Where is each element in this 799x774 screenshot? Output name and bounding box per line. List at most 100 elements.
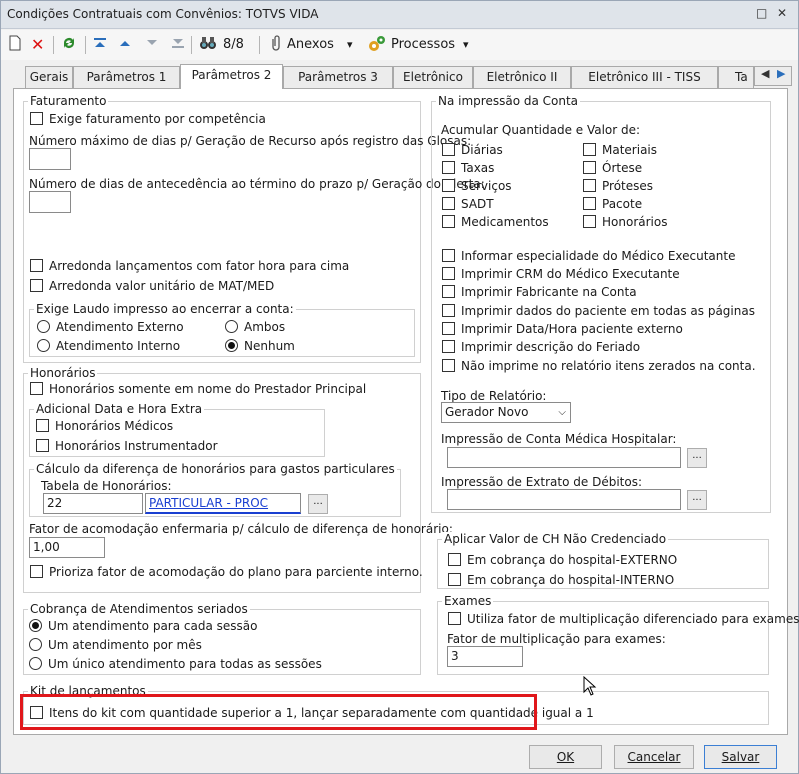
dias-antec-input[interactable]: [29, 191, 71, 213]
title-bar: Condições Contratuais com Convênios: TOT…: [1, 1, 798, 29]
dialog-window: Condições Contratuais com Convênios: TOT…: [0, 0, 799, 774]
salvar-button-label: Salvar: [721, 750, 760, 764]
conta-medica-lookup-button[interactable]: ...: [687, 448, 707, 468]
tab-scroller: ◀ ▶: [754, 66, 792, 86]
laudo-ambos-label: Ambos: [244, 320, 286, 334]
salvar-button[interactable]: Salvar: [704, 745, 777, 769]
exames-fator-input[interactable]: 3: [447, 646, 523, 667]
calculo-legend: Cálculo da diferença de honorários para …: [34, 462, 397, 476]
medicamentos-checkbox[interactable]: [442, 215, 455, 228]
seriados-legend: Cobrança de Atendimentos seriados: [28, 602, 250, 616]
seriados-por-mes-radio[interactable]: [29, 638, 42, 651]
diarias-label: Diárias: [461, 143, 503, 157]
refresh-icon[interactable]: [61, 35, 77, 55]
tab-parametros-1[interactable]: Parâmetros 1: [73, 66, 180, 88]
fator-acomodacao-input[interactable]: 1,00: [29, 537, 105, 558]
exames-utiliza-checkbox[interactable]: [448, 612, 461, 625]
conta-medica-input[interactable]: [447, 447, 681, 468]
tabela-code-input[interactable]: 22: [43, 493, 143, 514]
pacote-label: Pacote: [602, 197, 643, 211]
crm-checkbox[interactable]: [442, 267, 455, 280]
next-record-icon[interactable]: [146, 35, 158, 55]
exames-utiliza-label: Utiliza fator de multiplicação diferenci…: [467, 612, 799, 626]
restore-button[interactable]: □: [756, 6, 767, 20]
proteses-checkbox[interactable]: [583, 179, 596, 192]
anexos-menu-button[interactable]: Anexos: [287, 35, 334, 55]
seriados-cada-sessao-radio[interactable]: [29, 619, 42, 632]
materiais-checkbox[interactable]: [583, 143, 596, 156]
tipo-relatorio-select[interactable]: Gerador Novo ⌵: [441, 402, 571, 423]
tab-eletronico[interactable]: Eletrônico: [393, 66, 473, 88]
processos-menu-button[interactable]: Processos: [391, 35, 455, 55]
ch-externo-checkbox[interactable]: [448, 553, 461, 566]
sadt-checkbox[interactable]: [442, 197, 455, 210]
prioriza-checkbox[interactable]: [30, 565, 43, 578]
processos-chevron-down-icon[interactable]: ▾: [463, 35, 469, 55]
data-hora-checkbox[interactable]: [442, 322, 455, 335]
tabela-name-field[interactable]: PARTICULAR - PROC: [145, 493, 301, 514]
previous-record-icon[interactable]: [119, 35, 131, 55]
diarias-checkbox[interactable]: [442, 143, 455, 156]
cancelar-button[interactable]: Cancelar: [614, 745, 694, 769]
arredonda-mat-checkbox[interactable]: [30, 279, 43, 292]
laudo-ambos-radio[interactable]: [225, 320, 238, 333]
toolbar: ✕ 8/8 Anexos ▾ Processos ▾: [1, 30, 798, 60]
dados-paciente-checkbox[interactable]: [442, 304, 455, 317]
tabela-label: Tabela de Honorários:: [41, 479, 172, 493]
tab-eletronico-ii[interactable]: Eletrônico II: [473, 66, 571, 88]
medicamentos-label: Medicamentos: [461, 215, 549, 229]
gears-icon[interactable]: [367, 35, 387, 55]
extrato-lookup-button[interactable]: ...: [687, 490, 707, 510]
honorarios-acum-checkbox[interactable]: [583, 215, 596, 228]
honorarios-medicos-checkbox[interactable]: [36, 419, 49, 432]
extrato-input[interactable]: [447, 489, 681, 510]
max-dias-input[interactable]: [29, 148, 71, 170]
dados-paciente-label: Imprimir dados do paciente em todas as p…: [461, 304, 755, 318]
somente-prestador-checkbox[interactable]: [30, 382, 43, 395]
crm-label: Imprimir CRM do Médico Executante: [461, 267, 680, 281]
seriados-unico-radio[interactable]: [29, 657, 42, 670]
tabela-lookup-button[interactable]: ...: [308, 494, 328, 514]
close-window-button[interactable]: ✕: [777, 6, 787, 20]
feriado-checkbox[interactable]: [442, 340, 455, 353]
highlight-box: [20, 694, 537, 730]
laudo-interno-radio[interactable]: [37, 339, 50, 352]
tab-gerais[interactable]: Gerais: [25, 66, 73, 88]
paperclip-icon[interactable]: [269, 35, 283, 55]
mouse-cursor-icon: [583, 675, 597, 699]
prioriza-label: Prioriza fator de acomodação do plano pa…: [49, 565, 423, 579]
binoculars-icon[interactable]: [199, 35, 217, 55]
exige-competencia-checkbox[interactable]: [30, 112, 43, 125]
tab-parametros-3[interactable]: Parâmetros 3: [283, 66, 393, 88]
window-title: Condições Contratuais com Convênios: TOT…: [7, 7, 319, 21]
acumular-label: Acumular Quantidade e Valor de:: [441, 123, 641, 137]
last-record-icon[interactable]: [171, 35, 185, 55]
anexos-chevron-down-icon[interactable]: ▾: [347, 35, 353, 55]
itens-zerados-checkbox[interactable]: [442, 359, 455, 372]
tab-scroll-left-icon[interactable]: ◀: [761, 67, 769, 80]
fabricante-checkbox[interactable]: [442, 285, 455, 298]
delete-icon[interactable]: ✕: [31, 35, 44, 55]
tab-eletronico-iii-tiss[interactable]: Eletrônico III - TISS: [571, 66, 718, 88]
conta-medica-label: Impressão de Conta Médica Hospitalar:: [441, 432, 677, 446]
arredonda-hora-checkbox[interactable]: [30, 259, 43, 272]
ok-button[interactable]: OK: [529, 745, 602, 769]
ortese-checkbox[interactable]: [583, 161, 596, 174]
ch-interno-checkbox[interactable]: [448, 573, 461, 586]
especialidade-checkbox[interactable]: [442, 249, 455, 262]
laudo-nenhum-radio[interactable]: [225, 339, 238, 352]
tab-scroll-right-icon[interactable]: ▶: [777, 67, 785, 80]
tab-truncated[interactable]: Ta: [718, 66, 754, 88]
ch-interno-label: Em cobrança do hospital-INTERNO: [467, 573, 675, 587]
impressao-legend: Na impressão da Conta: [436, 94, 581, 108]
first-record-icon[interactable]: [93, 35, 107, 55]
tab-parametros-2[interactable]: Parâmetros 2: [180, 64, 283, 89]
servicos-checkbox[interactable]: [442, 179, 455, 192]
cancelar-button-label: Cancelar: [627, 750, 681, 764]
taxas-checkbox[interactable]: [442, 161, 455, 174]
pacote-checkbox[interactable]: [583, 197, 596, 210]
laudo-externo-radio[interactable]: [37, 320, 50, 333]
honorarios-instrumentador-checkbox[interactable]: [36, 439, 49, 452]
arredonda-hora-label: Arredonda lançamentos com fator hora par…: [49, 259, 350, 273]
new-document-icon[interactable]: [9, 35, 23, 55]
